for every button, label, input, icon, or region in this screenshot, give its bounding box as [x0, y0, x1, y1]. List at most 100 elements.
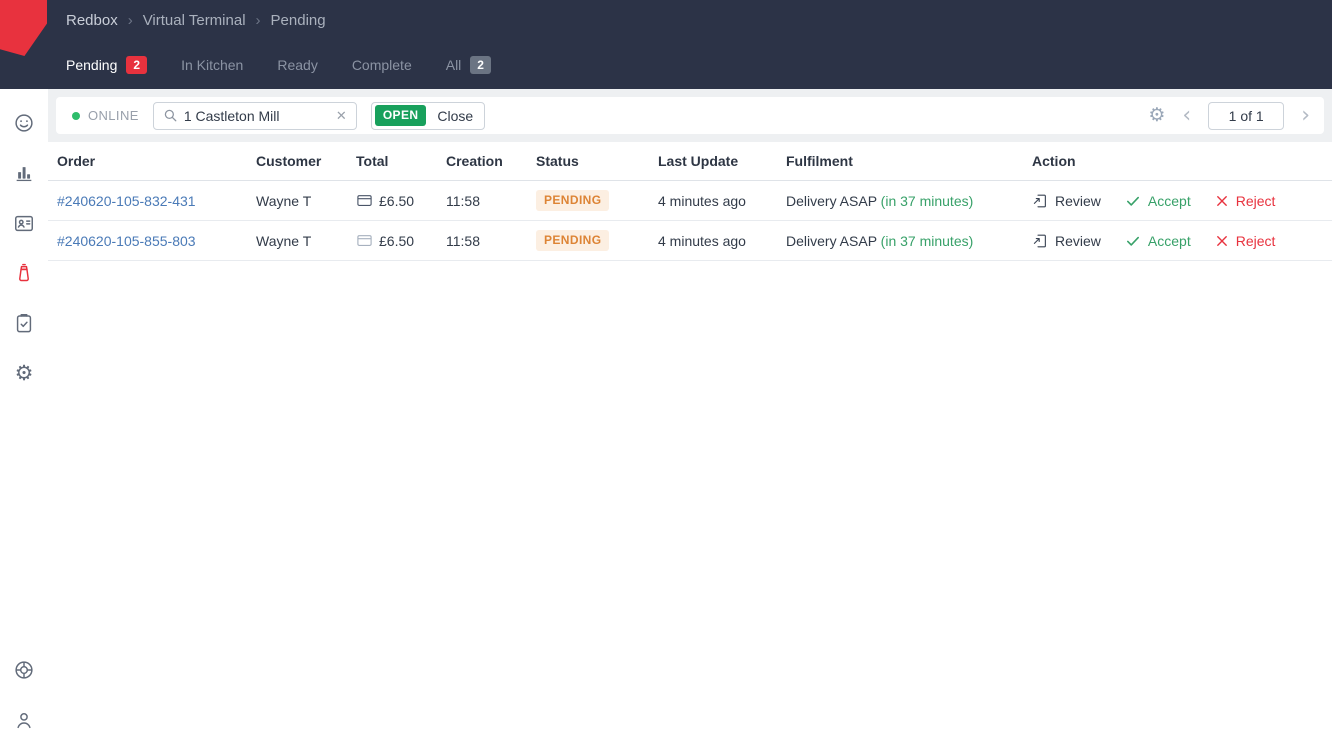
store-search-input[interactable]: [184, 108, 330, 124]
breadcrumb: Redbox › Virtual Terminal › Pending: [66, 12, 326, 29]
tab-pending[interactable]: Pending 2: [66, 56, 147, 74]
person-icon: [13, 709, 35, 731]
review-label: Review: [1055, 193, 1101, 209]
sidebar-item-reports[interactable]: [12, 161, 36, 185]
review-button[interactable]: Review: [1032, 233, 1101, 249]
breadcrumb-separator-icon: ›: [128, 12, 133, 29]
reject-label: Reject: [1236, 233, 1276, 249]
clipboard-check-icon: [13, 312, 35, 334]
sidebar-item-virtual-terminal[interactable]: [12, 261, 36, 285]
tab-complete-label: Complete: [352, 57, 412, 73]
orders-table: Order Customer Total Creation Status Las…: [48, 142, 1332, 261]
clear-search-icon[interactable]: ✕: [336, 109, 347, 122]
col-header-fulfilment: Fulfilment: [778, 142, 1024, 181]
fulfilment-type: Delivery ASAP: [786, 193, 877, 209]
breadcrumb-item-virtual-terminal[interactable]: Virtual Terminal: [143, 12, 246, 29]
col-header-status: Status: [528, 142, 650, 181]
sidebar-item-settings[interactable]: ⚙: [12, 361, 36, 385]
tab-ready[interactable]: Ready: [277, 57, 317, 73]
customer-name: Wayne T: [256, 233, 311, 249]
sidebar-item-menu[interactable]: [12, 311, 36, 335]
accept-button[interactable]: Accept: [1125, 193, 1191, 209]
life-ring-icon: [13, 659, 35, 681]
sidebar-item-account[interactable]: [12, 708, 36, 732]
store-open-close-toggle[interactable]: OPEN Close: [371, 102, 485, 130]
order-id-link[interactable]: #240620-105-832-431: [57, 193, 196, 209]
payment-card-icon: [356, 193, 373, 208]
smiley-icon: [13, 112, 35, 134]
col-header-creation: Creation: [438, 142, 528, 181]
check-icon: [1125, 193, 1141, 209]
reject-label: Reject: [1236, 193, 1276, 209]
bar-chart-icon: [13, 162, 35, 184]
review-button[interactable]: Review: [1032, 193, 1101, 209]
contact-card-icon: [13, 212, 35, 234]
tab-all-count-badge: 2: [470, 56, 491, 74]
breadcrumb-separator-icon: ›: [256, 12, 261, 29]
payment-card-icon: [356, 233, 373, 248]
sidebar-item-customers[interactable]: [12, 211, 36, 235]
accept-label: Accept: [1148, 193, 1191, 209]
order-row: #240620-105-855-803 Wayne T: [48, 221, 1332, 261]
reject-button[interactable]: Reject: [1215, 193, 1276, 209]
tabs-bar: Pending 2 In Kitchen Ready Complete All …: [0, 41, 1332, 89]
customer-name: Wayne T: [256, 193, 311, 209]
status-badge: PENDING: [536, 190, 609, 211]
accept-button[interactable]: Accept: [1125, 233, 1191, 249]
cross-icon: [1215, 194, 1229, 208]
review-label: Review: [1055, 233, 1101, 249]
col-header-total: Total: [348, 142, 438, 181]
fulfilment-eta: (in 37 minutes): [881, 193, 974, 209]
tab-pending-count-badge: 2: [126, 56, 147, 74]
next-page-button[interactable]: ›: [1299, 105, 1312, 127]
reject-button[interactable]: Reject: [1215, 233, 1276, 249]
drink-shaker-icon: [13, 262, 35, 284]
creation-time: 11:58: [446, 233, 480, 249]
sidebar-item-orders[interactable]: [12, 111, 36, 135]
online-status-label: ONLINE: [88, 108, 139, 123]
tab-ready-label: Ready: [277, 57, 317, 73]
page-indicator: 1 of 1: [1208, 102, 1284, 130]
col-header-order: Order: [48, 142, 248, 181]
online-status-dot: [72, 112, 80, 120]
close-store-button[interactable]: Close: [426, 108, 484, 124]
order-row: #240620-105-832-431 Wayne T: [48, 181, 1332, 221]
col-header-action: Action: [1024, 142, 1332, 181]
tab-pending-label: Pending: [66, 57, 117, 73]
accept-label: Accept: [1148, 233, 1191, 249]
order-total: £6.50: [379, 193, 414, 209]
fulfilment-type: Delivery ASAP: [786, 233, 877, 249]
col-header-last-update: Last Update: [650, 142, 778, 181]
order-total: £6.50: [379, 233, 414, 249]
prev-page-button[interactable]: ‹: [1180, 105, 1193, 127]
check-icon: [1125, 233, 1141, 249]
open-status-badge: OPEN: [375, 105, 427, 126]
table-header-row: Order Customer Total Creation Status Las…: [48, 142, 1332, 181]
tab-all[interactable]: All 2: [446, 56, 491, 74]
fulfilment-eta: (in 37 minutes): [881, 233, 974, 249]
breadcrumb-item-redbox[interactable]: Redbox: [66, 12, 118, 29]
cross-icon: [1215, 234, 1229, 248]
last-update: 4 minutes ago: [658, 193, 746, 209]
review-order-icon: [1032, 193, 1048, 209]
orders-table-container: Order Customer Total Creation Status Las…: [48, 142, 1332, 746]
store-search-box: ✕: [153, 102, 357, 130]
review-order-icon: [1032, 233, 1048, 249]
creation-time: 11:58: [446, 193, 480, 209]
sidebar-item-help[interactable]: [12, 658, 36, 682]
order-id-link[interactable]: #240620-105-855-803: [57, 233, 196, 249]
settings-gear-icon[interactable]: ⚙: [1148, 106, 1165, 125]
search-icon: [163, 108, 178, 123]
col-header-customer: Customer: [248, 142, 348, 181]
breadcrumb-bar: Redbox › Virtual Terminal › Pending: [0, 0, 1332, 41]
tab-in-kitchen[interactable]: In Kitchen: [181, 57, 243, 73]
gear-icon: ⚙: [15, 363, 34, 384]
breadcrumb-item-pending: Pending: [271, 12, 326, 29]
status-badge: PENDING: [536, 230, 609, 251]
terminal-toolbar: ONLINE ✕ OPEN Close: [56, 97, 1324, 134]
last-update: 4 minutes ago: [658, 233, 746, 249]
tab-complete[interactable]: Complete: [352, 57, 412, 73]
tab-all-label: All: [446, 57, 462, 73]
sidebar: ⚙: [0, 89, 48, 746]
online-status: ONLINE: [68, 108, 139, 123]
